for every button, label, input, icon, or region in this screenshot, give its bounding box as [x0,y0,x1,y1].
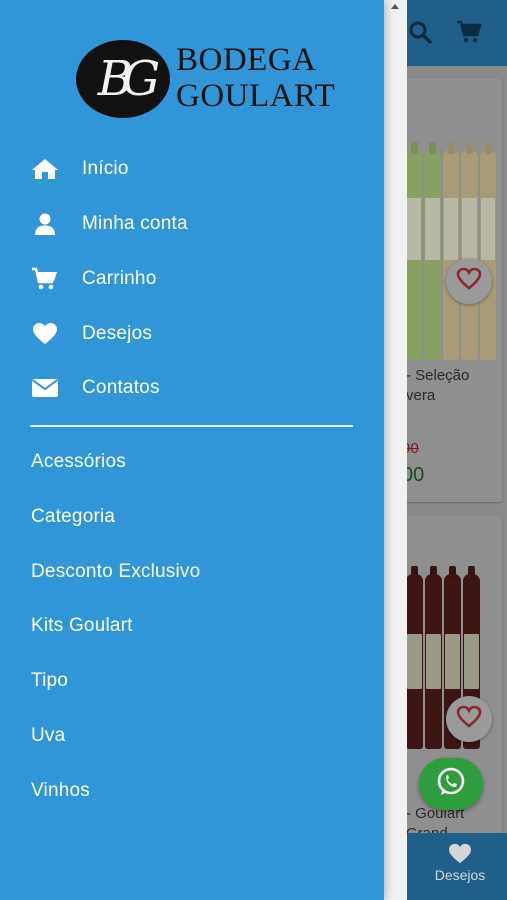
category-vinhos[interactable]: Vinhos [31,776,90,806]
whatsapp-button[interactable] [419,758,483,810]
brand-logo[interactable]: BG BODEGA GOULART [76,38,335,120]
product-image [406,150,497,360]
whatsapp-icon [434,765,468,804]
category-kits-goulart[interactable]: Kits Goulart [31,611,133,641]
scroll-up-arrow-icon[interactable] [391,4,399,9]
menu-item-desejos[interactable]: Desejos [31,319,152,349]
heart-icon [31,322,59,346]
envelope-icon [31,376,59,400]
cart-icon [31,267,59,291]
heart-outline-icon [456,705,482,734]
category-tipo[interactable]: Tipo [31,666,68,696]
logo-wordmark: BODEGA GOULART [176,42,336,114]
category-categoria[interactable]: Categoria [31,502,115,532]
navigation-drawer: BG BODEGA GOULART Início Minha conta Car… [0,0,384,900]
menu-item-inicio[interactable]: Início [31,154,129,184]
heart-outline-icon [456,267,482,296]
scrollbar[interactable] [384,0,407,900]
menu-item-contatos[interactable]: Contatos [31,373,160,403]
menu-divider [30,425,353,427]
product-title-line2: vera [406,387,436,404]
heart-icon [422,843,498,867]
category-desconto-exclusivo[interactable]: Desconto Exclusivo [31,557,200,587]
home-icon [31,157,59,181]
menu-item-carrinho[interactable]: Carrinho [31,264,156,294]
favorite-button[interactable] [446,696,492,742]
category-acessorios[interactable]: Acessórios [31,447,126,477]
category-uva[interactable]: Uva [31,721,65,751]
product-card[interactable]: - Seleção vera 90 00 [392,78,502,502]
menu-item-minha-conta[interactable]: Minha conta [31,209,188,239]
header-cart-icon[interactable] [456,20,482,49]
bottom-tab-label: Desejos [434,867,486,883]
bottom-tab-wishlist[interactable]: Desejos [422,843,498,883]
favorite-button[interactable] [446,258,492,304]
user-icon [31,212,59,236]
search-icon[interactable] [408,20,432,49]
product-title-line1: - Seleção [406,367,470,384]
logo-monogram: BG [76,40,170,118]
